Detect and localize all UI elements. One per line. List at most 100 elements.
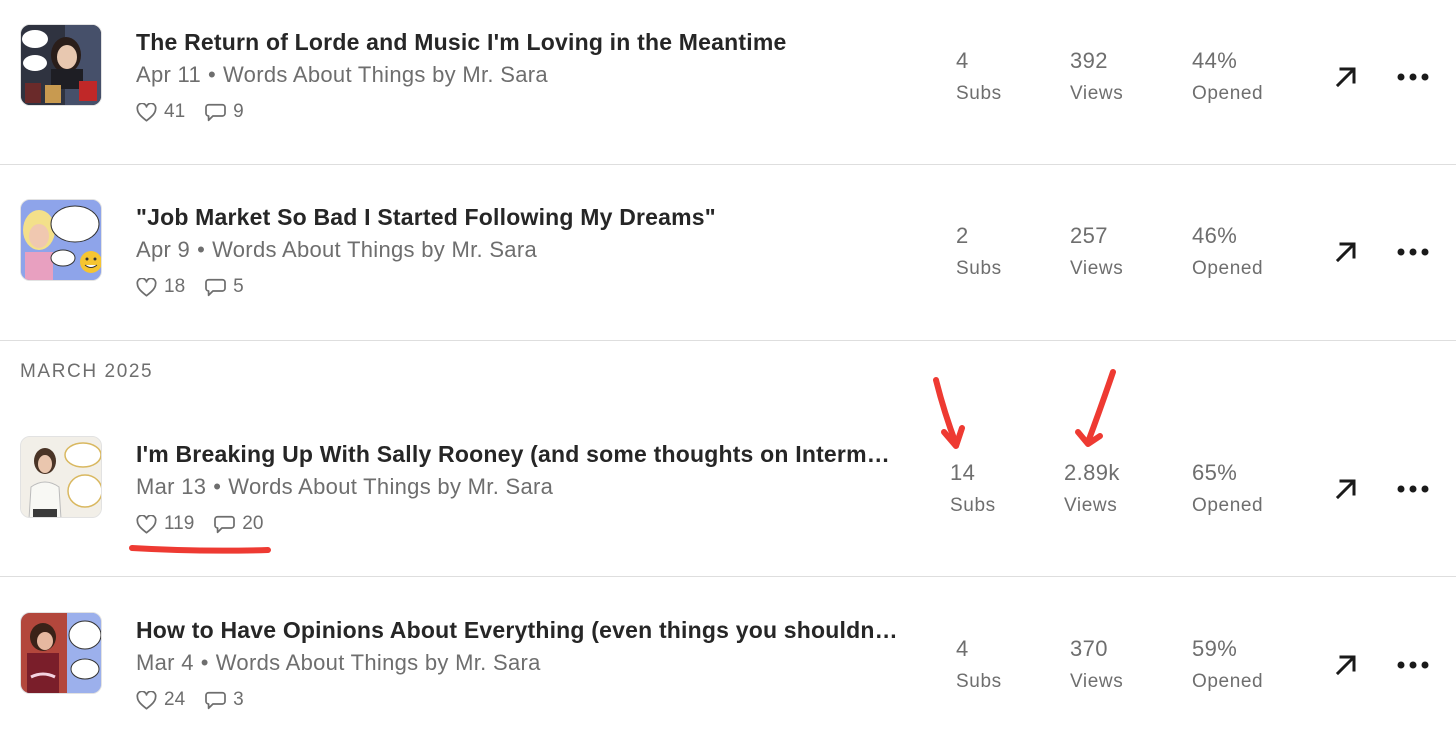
subs-value: 14: [950, 460, 976, 485]
opened-value: 65%: [1192, 460, 1238, 485]
subs-stat: 14 Subs: [950, 460, 996, 517]
comments-count: 20: [242, 513, 264, 534]
likes-count: 24: [164, 689, 186, 710]
post-row[interactable]: I'm Breaking Up With Sally Rooney (and s…: [0, 400, 1456, 576]
more-dots-icon[interactable]: [1396, 72, 1430, 82]
comment-bubble-icon: [214, 515, 236, 533]
publication-name: Words About Things by Mr. Sara: [223, 62, 548, 87]
comment-bubble-icon: [205, 103, 227, 121]
post-row[interactable]: How to Have Opinions About Everything (e…: [0, 577, 1456, 736]
subs-label: Subs: [956, 258, 1002, 279]
likes-group[interactable]: 18: [136, 276, 185, 298]
comments-group[interactable]: 9: [205, 101, 244, 123]
comments-group[interactable]: 5: [205, 276, 244, 298]
external-arrow-icon[interactable]: [1332, 238, 1360, 266]
post-meta: Mar 4 • Words About Things by Mr. Sara: [136, 650, 541, 676]
views-stat: 370 Views: [1070, 636, 1123, 693]
post-date: Apr 9: [136, 237, 191, 262]
post-thumbnail[interactable]: [20, 612, 102, 694]
post-title[interactable]: "Job Market So Bad I Started Following M…: [136, 204, 898, 231]
subs-value: 4: [956, 636, 969, 661]
publication-name: Words About Things by Mr. Sara: [228, 474, 554, 499]
comments-count: 9: [233, 101, 244, 122]
post-title[interactable]: The Return of Lorde and Music I'm Loving…: [136, 29, 898, 56]
post-thumbnail-image: [21, 25, 101, 105]
views-stat: 2.89k Views: [1064, 460, 1120, 517]
opened-label: Opened: [1192, 495, 1264, 516]
post-row[interactable]: "Job Market So Bad I Started Following M…: [0, 165, 1456, 340]
external-arrow-icon[interactable]: [1332, 63, 1360, 91]
subs-stat: 2 Subs: [956, 223, 1002, 280]
likes-group[interactable]: 24: [136, 689, 185, 711]
publication-name: Words About Things by Mr. Sara: [215, 650, 541, 675]
opened-value: 44%: [1192, 48, 1238, 73]
engagement-row: 119 20: [136, 513, 283, 535]
post-date: Mar 4: [136, 650, 194, 675]
more-dots-icon[interactable]: [1396, 660, 1430, 670]
post-row[interactable]: The Return of Lorde and Music I'm Loving…: [0, 0, 1456, 164]
post-thumbnail[interactable]: [20, 436, 102, 518]
comments-group[interactable]: 20: [214, 513, 263, 535]
heart-icon: [136, 102, 157, 122]
post-thumbnail-image: [21, 437, 101, 517]
separator-dot: •: [200, 650, 209, 675]
views-value: 392: [1070, 48, 1108, 73]
likes-count: 18: [164, 276, 186, 297]
views-label: Views: [1070, 671, 1124, 692]
likes-count: 41: [164, 101, 186, 122]
subs-stat: 4 Subs: [956, 48, 1002, 105]
post-meta: Mar 13 • Words About Things by Mr. Sara: [136, 474, 553, 500]
post-thumbnail-image: [21, 200, 101, 280]
comments-count: 5: [233, 276, 244, 297]
post-date: Mar 13: [136, 474, 207, 499]
post-meta: Apr 11 • Words About Things by Mr. Sara: [136, 62, 548, 88]
likes-group[interactable]: 41: [136, 101, 185, 123]
separator-dot: •: [208, 62, 217, 87]
engagement-row: 24 3: [136, 689, 264, 711]
opened-label: Opened: [1192, 258, 1264, 279]
subs-label: Subs: [950, 495, 996, 516]
views-stat: 392 Views: [1070, 48, 1123, 105]
opened-stat: 46% Opened: [1192, 223, 1263, 280]
separator-dot: •: [213, 474, 222, 499]
opened-label: Opened: [1192, 83, 1264, 104]
likes-group[interactable]: 119: [136, 513, 194, 535]
more-dots-icon[interactable]: [1396, 484, 1430, 494]
comment-bubble-icon: [205, 278, 227, 296]
post-thumbnail[interactable]: [20, 199, 102, 281]
external-arrow-icon[interactable]: [1332, 651, 1360, 679]
post-thumbnail-image: [21, 613, 101, 693]
subs-value: 4: [956, 48, 969, 73]
publication-name: Words About Things by Mr. Sara: [212, 237, 538, 262]
subs-stat: 4 Subs: [956, 636, 1002, 693]
views-label: Views: [1064, 495, 1118, 516]
heart-icon: [136, 277, 157, 297]
separator-dot: •: [197, 237, 206, 262]
engagement-row: 41 9: [136, 101, 264, 123]
post-title[interactable]: I'm Breaking Up With Sally Rooney (and s…: [136, 441, 898, 468]
engagement-row: 18 5: [136, 276, 264, 298]
views-value: 257: [1070, 223, 1108, 248]
heart-icon: [136, 690, 157, 710]
post-thumbnail[interactable]: [20, 24, 102, 106]
opened-label: Opened: [1192, 671, 1264, 692]
views-label: Views: [1070, 83, 1124, 104]
opened-stat: 44% Opened: [1192, 48, 1263, 105]
opened-value: 46%: [1192, 223, 1238, 248]
opened-value: 59%: [1192, 636, 1238, 661]
comments-group[interactable]: 3: [205, 689, 244, 711]
post-meta: Apr 9 • Words About Things by Mr. Sara: [136, 237, 537, 263]
subs-label: Subs: [956, 671, 1002, 692]
views-value: 2.89k: [1064, 460, 1120, 485]
views-stat: 257 Views: [1070, 223, 1123, 280]
post-title[interactable]: How to Have Opinions About Everything (e…: [136, 617, 898, 644]
likes-count: 119: [164, 513, 195, 534]
views-label: Views: [1070, 258, 1124, 279]
external-arrow-icon[interactable]: [1332, 475, 1360, 503]
views-value: 370: [1070, 636, 1108, 661]
subs-label: Subs: [956, 83, 1002, 104]
post-date: Apr 11: [136, 62, 201, 87]
month-section-label: MARCH 2025: [20, 361, 154, 382]
more-dots-icon[interactable]: [1396, 247, 1430, 257]
comments-count: 3: [233, 689, 244, 710]
